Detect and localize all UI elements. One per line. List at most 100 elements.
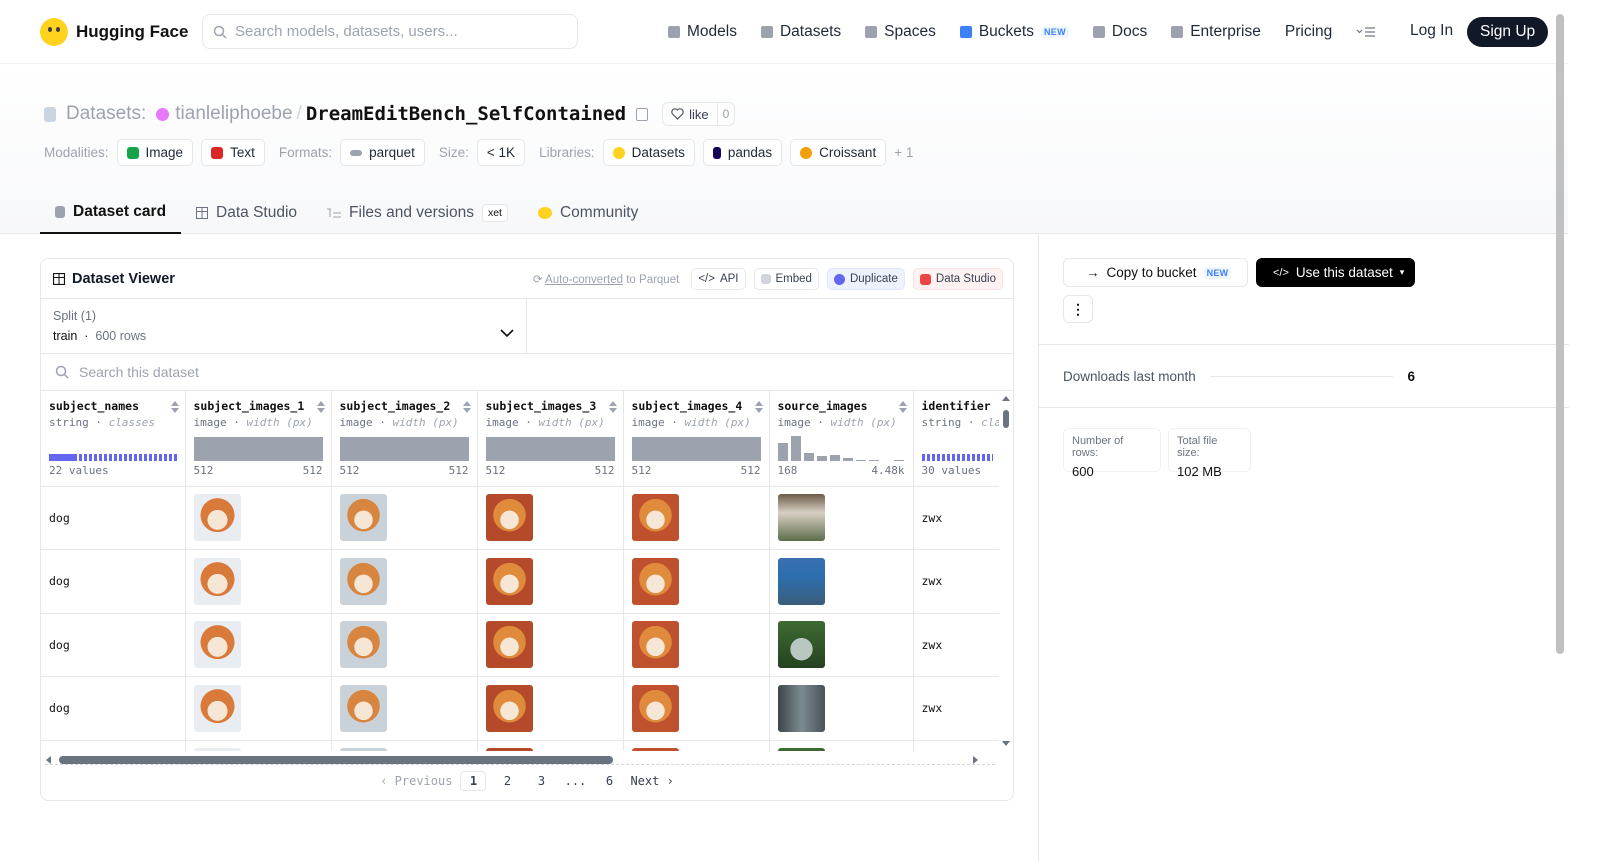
hf-logo[interactable]: Hugging Face <box>40 17 202 46</box>
dog-image-thumbnail[interactable] <box>193 684 241 732</box>
source-image-thumbnail[interactable] <box>777 748 825 751</box>
tag-text[interactable]: Text <box>201 139 265 166</box>
dog-image-thumbnail[interactable] <box>631 494 679 542</box>
table-row[interactable]: dog zwx <box>41 486 999 550</box>
dataset-search-input[interactable]: Search this dataset <box>41 354 1013 391</box>
histogram[interactable] <box>777 435 905 461</box>
page-3[interactable]: 3 <box>528 771 554 791</box>
tag-parquet[interactable]: parquet <box>340 139 425 166</box>
column-header-subject-names[interactable]: subject_names string · classes 22 values <box>41 391 186 487</box>
dog-image-thumbnail[interactable] <box>339 748 387 751</box>
histogram[interactable] <box>485 435 615 461</box>
dog-image-thumbnail[interactable] <box>631 557 679 605</box>
table-vertical-scrollbar[interactable] <box>1002 395 1010 747</box>
auto-converted-link[interactable]: Auto-converted <box>545 274 623 286</box>
dog-image-thumbnail[interactable] <box>631 621 679 669</box>
more-libraries[interactable]: + 1 <box>894 145 913 160</box>
tab-community[interactable]: Community <box>523 192 653 234</box>
column-header-subject-images-3[interactable]: subject_images_3 image · width (px) 512 5… <box>477 391 624 487</box>
column-header-source-images[interactable]: source_images image · width (px) 168 4.4… <box>769 391 914 487</box>
sort-icon[interactable] <box>462 401 471 413</box>
histogram[interactable] <box>631 435 761 461</box>
owner-link[interactable]: tianleliphoebe <box>175 103 292 125</box>
histogram[interactable] <box>339 435 469 461</box>
table-row[interactable]: dog zwx <box>41 549 999 614</box>
table-row[interactable]: dog zwx <box>41 613 999 677</box>
dog-image-thumbnail[interactable] <box>193 557 241 605</box>
copy-icon[interactable] <box>636 107 649 121</box>
dog-image-thumbnail[interactable] <box>485 684 533 732</box>
source-image-thumbnail[interactable] <box>777 494 825 542</box>
previous-page-button[interactable]: ‹ Previous <box>380 771 452 791</box>
split-selector[interactable]: Split (1) train · 600 rows <box>41 299 527 354</box>
dog-image-thumbnail[interactable] <box>339 494 387 542</box>
column-header-subject-images-4[interactable]: subject_images_4 image · width (px) 512 5… <box>623 391 770 487</box>
global-search-input[interactable]: Search models, datasets, users... <box>202 14 578 49</box>
api-button[interactable]: </> API <box>691 268 746 290</box>
table-row[interactable]: dog zwx <box>41 676 999 741</box>
tab-data-studio[interactable]: Data Studio <box>181 192 312 234</box>
page-6[interactable]: 6 <box>596 771 622 791</box>
datasets-label[interactable]: Datasets: <box>66 103 146 125</box>
login-link[interactable]: Log In <box>1410 22 1453 40</box>
dog-image-thumbnail[interactable] <box>485 621 533 669</box>
dog-image-thumbnail[interactable] <box>485 557 533 605</box>
tag-datasets-lib[interactable]: Datasets <box>602 139 695 166</box>
dog-image-thumbnail[interactable] <box>485 494 533 542</box>
sort-icon[interactable] <box>898 401 907 413</box>
table-horizontal-scrollbar[interactable] <box>45 753 995 765</box>
nav-pricing[interactable]: Pricing <box>1285 23 1332 41</box>
tab-dataset-card[interactable]: Dataset card <box>40 192 182 234</box>
source-image-thumbnail[interactable] <box>777 557 825 605</box>
sort-icon[interactable] <box>754 401 763 413</box>
tag-image[interactable]: Image <box>116 139 194 166</box>
scrollbar-thumb[interactable] <box>1003 410 1009 428</box>
dog-image-thumbnail[interactable] <box>339 621 387 669</box>
dataset-name[interactable]: DreamEditBench_SelfContained <box>306 103 626 125</box>
use-this-dataset-button[interactable]: </> Use this dataset ▾ <box>1256 258 1415 287</box>
data-studio-button[interactable]: Data Studio <box>912 268 1003 290</box>
nav-spaces[interactable]: Spaces <box>865 23 936 41</box>
signup-button[interactable]: Sign Up <box>1467 17 1549 47</box>
like-button[interactable]: like 0 <box>662 102 736 126</box>
class-distribution-bar[interactable] <box>921 454 993 461</box>
dog-image-thumbnail[interactable] <box>193 748 241 751</box>
next-page-button[interactable]: Next › <box>630 771 673 791</box>
copy-to-bucket-button[interactable]: → Copy to bucket NEW <box>1063 258 1248 287</box>
dog-image-thumbnail[interactable] <box>631 748 679 751</box>
page-1[interactable]: 1 <box>460 771 487 791</box>
dog-image-thumbnail[interactable] <box>631 684 679 732</box>
nav-datasets[interactable]: Datasets <box>760 23 841 41</box>
more-menu-button[interactable] <box>1356 26 1376 38</box>
dog-image-thumbnail[interactable] <box>339 684 387 732</box>
nav-docs[interactable]: Docs <box>1092 23 1147 41</box>
nav-buckets[interactable]: Buckets NEW <box>959 23 1069 41</box>
sort-icon[interactable] <box>170 401 179 413</box>
tag-croissant[interactable]: Croissant <box>790 139 887 166</box>
sort-icon[interactable] <box>316 401 325 413</box>
column-header-subject-images-2[interactable]: subject_images_2 image · width (px) 512 5… <box>331 391 478 487</box>
tab-files[interactable]: Files and versions xet <box>312 192 523 234</box>
source-image-thumbnail[interactable] <box>777 684 825 732</box>
nav-models[interactable]: Models <box>668 23 737 41</box>
duplicate-button[interactable]: Duplicate <box>826 268 905 290</box>
dog-image-thumbnail[interactable] <box>193 494 241 542</box>
embed-button[interactable]: Embed <box>753 268 819 290</box>
sort-icon[interactable] <box>608 401 617 413</box>
dog-image-thumbnail[interactable] <box>485 748 533 751</box>
page-2[interactable]: 2 <box>494 771 520 791</box>
source-image-thumbnail[interactable] <box>777 621 825 669</box>
nav-enterprise[interactable]: Enterprise <box>1171 23 1261 41</box>
dog-image-thumbnail[interactable] <box>193 621 241 669</box>
class-distribution-bar[interactable] <box>49 454 177 461</box>
scrollbar-thumb[interactable] <box>59 756 613 764</box>
tag-size[interactable]: < 1K <box>476 139 526 166</box>
page-scrollbar[interactable] <box>1556 14 1564 654</box>
tag-pandas[interactable]: pandas <box>702 139 783 166</box>
histogram[interactable] <box>193 435 323 461</box>
column-header-identifier[interactable]: identifier string · cla 30 values <box>913 391 999 487</box>
column-header-subject-images-1[interactable]: subject_images_1 image · width (px) 512 5… <box>185 391 332 487</box>
more-options-button[interactable]: ⋮ <box>1063 295 1093 323</box>
dog-image-thumbnail[interactable] <box>339 557 387 605</box>
table-row[interactable] <box>41 740 999 751</box>
